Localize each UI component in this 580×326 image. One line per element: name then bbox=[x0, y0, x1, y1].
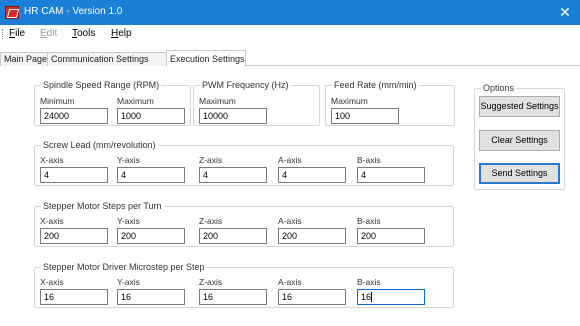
microstep-z-input[interactable]: 16 bbox=[199, 289, 267, 305]
microstep-title: Stepper Motor Driver Microstep per Step bbox=[41, 262, 207, 272]
steps-per-turn-title: Stepper Motor Steps per Turn bbox=[41, 201, 164, 211]
screw-lead-y-input[interactable]: 4 bbox=[117, 167, 185, 183]
feed-max-label: Maximum bbox=[331, 96, 368, 106]
send-settings-button[interactable]: Send Settings bbox=[479, 163, 560, 184]
steps-z-input[interactable]: 200 bbox=[199, 228, 267, 244]
steps-b-input[interactable]: 200 bbox=[357, 228, 425, 244]
menu-file[interactable]: File bbox=[9, 28, 25, 39]
screw-lead-b-input[interactable]: 4 bbox=[357, 167, 425, 183]
options-title: Options bbox=[481, 83, 517, 93]
screw-lead-b-label: B-axis bbox=[357, 155, 381, 165]
microstep-x-input[interactable]: 16 bbox=[40, 289, 108, 305]
steps-x-label: X-axis bbox=[40, 216, 64, 226]
steps-y-input[interactable]: 200 bbox=[117, 228, 185, 244]
text-caret bbox=[371, 292, 373, 302]
clear-settings-button[interactable]: Clear Settings bbox=[479, 130, 560, 151]
microstep-y-input[interactable]: 16 bbox=[117, 289, 185, 305]
microstep-y-label: Y-axis bbox=[117, 277, 140, 287]
menu-grip-icon bbox=[2, 29, 4, 39]
screw-lead-x-input[interactable]: 4 bbox=[40, 167, 108, 183]
microstep-a-input[interactable]: 16 bbox=[278, 289, 346, 305]
tab-communication-settings[interactable]: Communication Settings bbox=[47, 52, 167, 66]
screw-lead-z-input[interactable]: 4 bbox=[199, 167, 267, 183]
spindle-max-input[interactable]: 1000 bbox=[117, 108, 185, 124]
close-button[interactable]: ✕ bbox=[550, 0, 580, 25]
tab-execution-settings[interactable]: Execution Settings bbox=[166, 50, 246, 66]
pwm-frequency-title: PWM Frequency (Hz) bbox=[200, 80, 291, 90]
screw-lead-x-label: X-axis bbox=[40, 155, 64, 165]
menu-help[interactable]: Help bbox=[111, 28, 132, 39]
microstep-b-label: B-axis bbox=[357, 277, 381, 287]
microstep-a-label: A-axis bbox=[278, 277, 302, 287]
microstep-x-label: X-axis bbox=[40, 277, 64, 287]
microstep-b-input[interactable]: 16 bbox=[357, 289, 425, 305]
title-bar[interactable]: HR CAM - Version 1.0 ✕ bbox=[0, 0, 580, 25]
pwm-max-label: Maximum bbox=[199, 96, 236, 106]
app-logo-icon bbox=[5, 6, 19, 19]
menu-help-rest: elp bbox=[118, 28, 132, 39]
spindle-min-label: Minimum bbox=[40, 96, 75, 106]
screw-lead-a-label: A-axis bbox=[278, 155, 302, 165]
spindle-min-input[interactable]: 24000 bbox=[40, 108, 108, 124]
menu-tools[interactable]: Tools bbox=[72, 28, 95, 39]
steps-x-input[interactable]: 200 bbox=[40, 228, 108, 244]
app-window: HR CAM - Version 1.0 ✕ File Edit Tools H… bbox=[0, 0, 580, 326]
steps-y-label: Y-axis bbox=[117, 216, 140, 226]
screw-lead-z-label: Z-axis bbox=[199, 155, 223, 165]
suggested-settings-button[interactable]: Suggested Settings bbox=[479, 96, 560, 117]
spindle-speed-title: Spindle Speed Range (RPM) bbox=[41, 80, 162, 90]
window-title: HR CAM - Version 1.0 bbox=[24, 6, 123, 17]
menu-bar: File Edit Tools Help bbox=[0, 25, 580, 42]
screw-lead-a-input[interactable]: 4 bbox=[278, 167, 346, 183]
steps-a-input[interactable]: 200 bbox=[278, 228, 346, 244]
menu-edit-rest: dit bbox=[46, 28, 58, 39]
feed-max-input[interactable]: 100 bbox=[331, 108, 399, 124]
screw-lead-title: Screw Lead (mm/revolution) bbox=[41, 140, 158, 150]
tab-main-page[interactable]: Main Page bbox=[0, 52, 48, 66]
pwm-max-input[interactable]: 10000 bbox=[199, 108, 267, 124]
menu-tools-rest: ools bbox=[77, 28, 96, 39]
steps-b-label: B-axis bbox=[357, 216, 381, 226]
menu-edit[interactable]: Edit bbox=[40, 28, 57, 39]
feed-rate-title: Feed Rate (mm/min) bbox=[332, 80, 419, 90]
spindle-max-label: Maximum bbox=[117, 96, 154, 106]
steps-a-label: A-axis bbox=[278, 216, 302, 226]
menu-edit-mnemonic: E bbox=[40, 28, 47, 39]
microstep-b-value: 16 bbox=[361, 292, 372, 302]
microstep-z-label: Z-axis bbox=[199, 277, 223, 287]
menu-file-rest: ile bbox=[15, 28, 26, 39]
screw-lead-y-label: Y-axis bbox=[117, 155, 140, 165]
steps-z-label: Z-axis bbox=[199, 216, 223, 226]
